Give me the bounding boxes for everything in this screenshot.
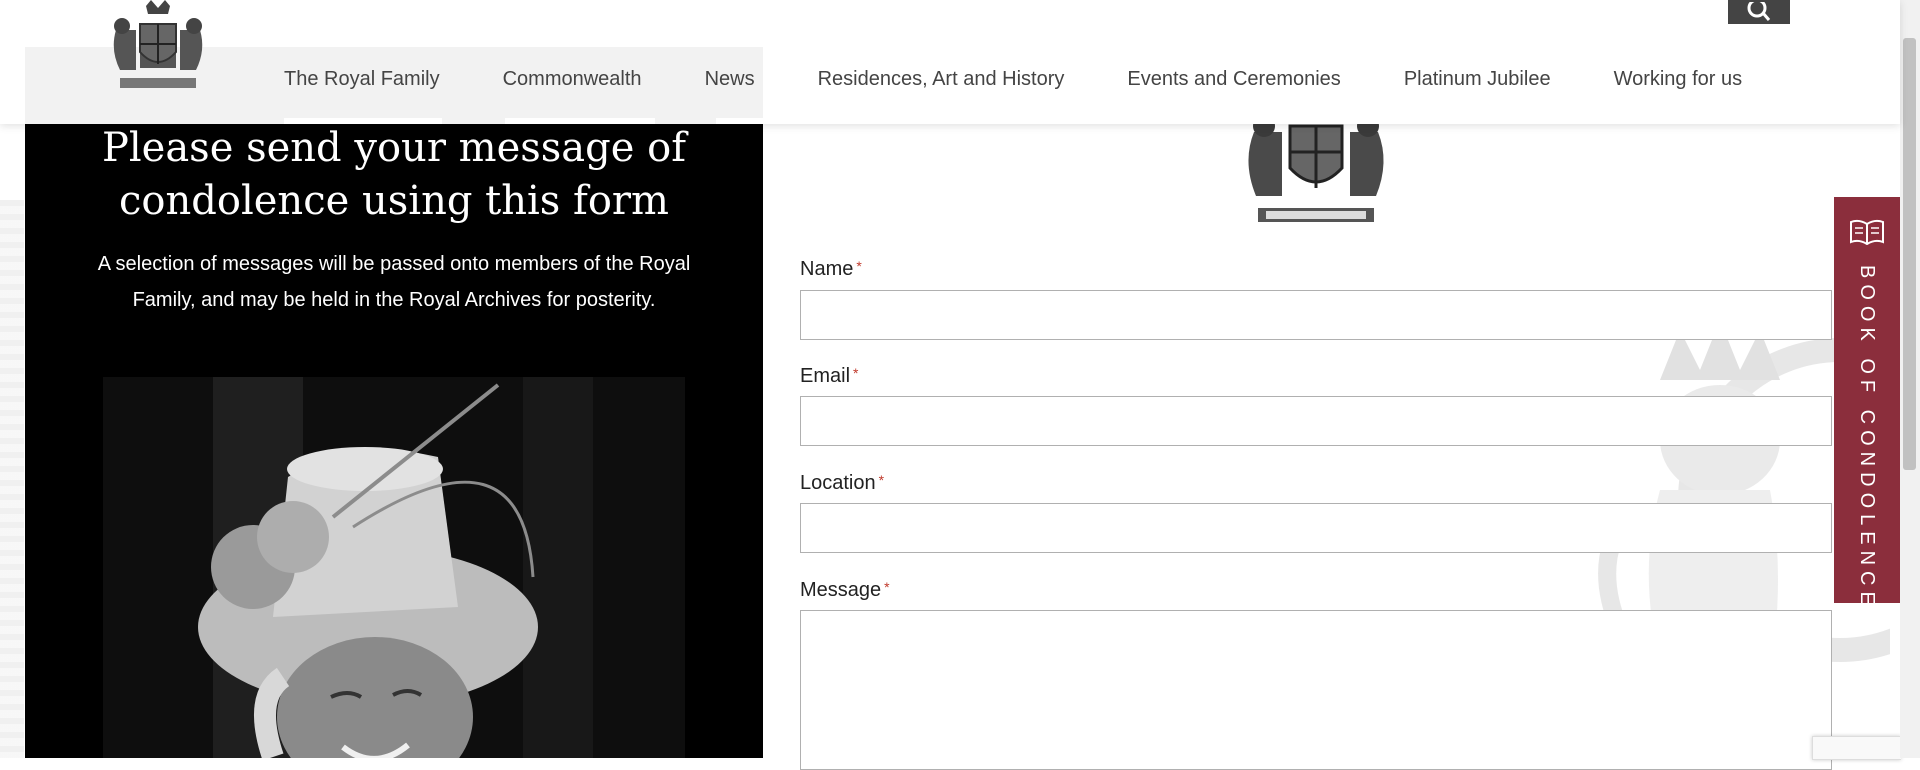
nav-indicator — [716, 118, 763, 124]
email-field[interactable] — [800, 396, 1832, 446]
nav-item-platinum-jubilee[interactable]: Platinum Jubilee — [1404, 68, 1551, 94]
email-label-text: Email — [800, 365, 851, 387]
email-label: Email * — [800, 365, 858, 388]
nav-item-news[interactable]: News — [705, 68, 755, 94]
nav-item-events-ceremonies[interactable]: Events and Ceremonies — [1127, 68, 1340, 94]
open-book-icon — [1850, 219, 1884, 245]
royal-coat-of-arms-logo[interactable] — [106, 0, 210, 94]
nav-indicator — [284, 118, 442, 124]
recaptcha-badge[interactable] — [1812, 736, 1901, 760]
name-label: Name * — [800, 258, 862, 281]
nav-item-working-for-us[interactable]: Working for us — [1614, 68, 1743, 94]
name-field[interactable] — [800, 290, 1832, 340]
site-header: The Royal Family Commonwealth News Resid… — [0, 0, 1900, 124]
location-field[interactable] — [800, 503, 1832, 553]
nav-item-residences-art-history[interactable]: Residences, Art and History — [818, 68, 1065, 94]
name-label-text: Name — [800, 258, 854, 280]
panel-title: Please send your message of condolence u… — [101, 125, 687, 224]
background-crest-left — [0, 200, 24, 758]
nav-item-the-royal-family[interactable]: The Royal Family — [284, 68, 440, 94]
queen-portrait-image — [103, 377, 685, 758]
search-button[interactable] — [1728, 0, 1790, 24]
required-marker: * — [856, 258, 862, 274]
required-marker: * — [884, 579, 890, 595]
location-label-text: Location — [800, 472, 876, 494]
book-of-condolence-tab[interactable]: BOOK OF CONDOLENCE — [1834, 197, 1900, 611]
search-icon — [1747, 2, 1771, 21]
location-label: Location * — [800, 472, 884, 495]
page-scrollbar-thumb[interactable] — [1903, 38, 1916, 470]
portrait-photo-icon — [103, 377, 685, 758]
required-marker: * — [853, 365, 859, 381]
panel-subtitle: A selection of messages will be passed o… — [97, 253, 691, 311]
nav-item-commonwealth[interactable]: Commonwealth — [503, 68, 642, 94]
book-of-condolence-label: BOOK OF CONDOLENCE — [1856, 265, 1878, 611]
main-navigation: The Royal Family Commonwealth News Resid… — [284, 68, 1742, 94]
required-marker: * — [878, 472, 885, 488]
nav-indicator — [505, 118, 655, 124]
message-label-text: Message — [800, 579, 882, 601]
message-textarea[interactable] — [800, 610, 1832, 770]
message-label: Message * — [800, 579, 890, 602]
